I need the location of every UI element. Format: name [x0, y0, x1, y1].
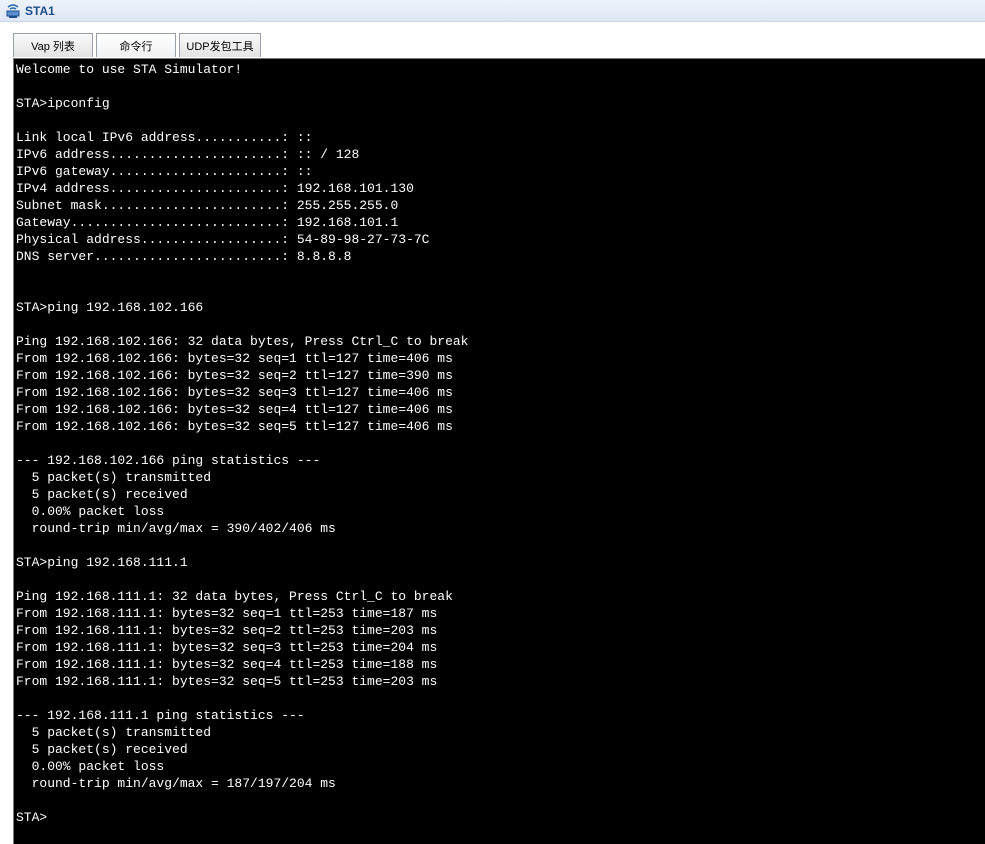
terminal-line: STA> — [16, 810, 48, 825]
terminal-line: From 192.168.111.1: bytes=32 seq=2 ttl=2… — [16, 623, 438, 638]
terminal-line: round-trip min/avg/max = 390/402/406 ms — [16, 521, 336, 536]
terminal-line: Gateway...........................: 192.… — [16, 215, 399, 230]
terminal-line: Subnet mask.......................: 255.… — [16, 198, 399, 213]
command-line-terminal[interactable]: Welcome to use STA Simulator! STA>ipconfi… — [13, 58, 985, 844]
terminal-line: STA>ipconfig — [16, 96, 110, 111]
tab-command-line[interactable]: 命令行 — [96, 33, 176, 57]
terminal-line: DNS server........................: 8.8.… — [16, 249, 352, 264]
terminal-line: From 192.168.102.166: bytes=32 seq=4 ttl… — [16, 402, 453, 417]
sta-simulator-window: STA1 Vap 列表 命令行 UDP发包工具 Welcome to use S… — [0, 0, 985, 844]
terminal-output: Welcome to use STA Simulator! STA>ipconfi… — [14, 59, 985, 826]
tab-strip: Vap 列表 命令行 UDP发包工具 — [0, 22, 985, 58]
wireless-station-icon — [6, 3, 20, 18]
terminal-line: STA>ping 192.168.102.166 — [16, 300, 204, 315]
terminal-line: From 192.168.102.166: bytes=32 seq=5 ttl… — [16, 419, 453, 434]
terminal-line: --- 192.168.102.166 ping statistics --- — [16, 453, 321, 468]
terminal-line: IPv6 gateway......................: :: — [16, 164, 313, 179]
terminal-line: Ping 192.168.111.1: 32 data bytes, Press… — [16, 589, 453, 604]
terminal-line: 0.00% packet loss — [16, 759, 165, 774]
terminal-line: From 192.168.111.1: bytes=32 seq=5 ttl=2… — [16, 674, 438, 689]
terminal-line: From 192.168.102.166: bytes=32 seq=1 ttl… — [16, 351, 453, 366]
title-bar: STA1 — [0, 0, 985, 22]
terminal-line: 5 packet(s) transmitted — [16, 725, 212, 740]
terminal-line: Ping 192.168.102.166: 32 data bytes, Pre… — [16, 334, 469, 349]
terminal-line: From 192.168.102.166: bytes=32 seq=3 ttl… — [16, 385, 453, 400]
tab-udp-tool[interactable]: UDP发包工具 — [179, 33, 261, 57]
terminal-line: From 192.168.111.1: bytes=32 seq=3 ttl=2… — [16, 640, 438, 655]
terminal-line: IPv4 address......................: 192.… — [16, 181, 414, 196]
terminal-line: round-trip min/avg/max = 187/197/204 ms — [16, 776, 336, 791]
terminal-line: Link local IPv6 address...........: :: — [16, 130, 313, 145]
terminal-line: IPv6 address......................: :: /… — [16, 147, 360, 162]
terminal-line: 5 packet(s) received — [16, 487, 188, 502]
terminal-line: 5 packet(s) transmitted — [16, 470, 212, 485]
terminal-line: 5 packet(s) received — [16, 742, 188, 757]
terminal-line: From 192.168.111.1: bytes=32 seq=1 ttl=2… — [16, 606, 438, 621]
terminal-line: From 192.168.102.166: bytes=32 seq=2 ttl… — [16, 368, 453, 383]
terminal-line: Welcome to use STA Simulator! — [16, 62, 243, 77]
terminal-line: From 192.168.111.1: bytes=32 seq=4 ttl=2… — [16, 657, 438, 672]
terminal-line: Physical address..................: 54-8… — [16, 232, 430, 247]
window-title: STA1 — [25, 3, 55, 18]
terminal-line: --- 192.168.111.1 ping statistics --- — [16, 708, 305, 723]
terminal-line: 0.00% packet loss — [16, 504, 165, 519]
terminal-line: STA>ping 192.168.111.1 — [16, 555, 188, 570]
tab-vap-list[interactable]: Vap 列表 — [13, 33, 93, 57]
